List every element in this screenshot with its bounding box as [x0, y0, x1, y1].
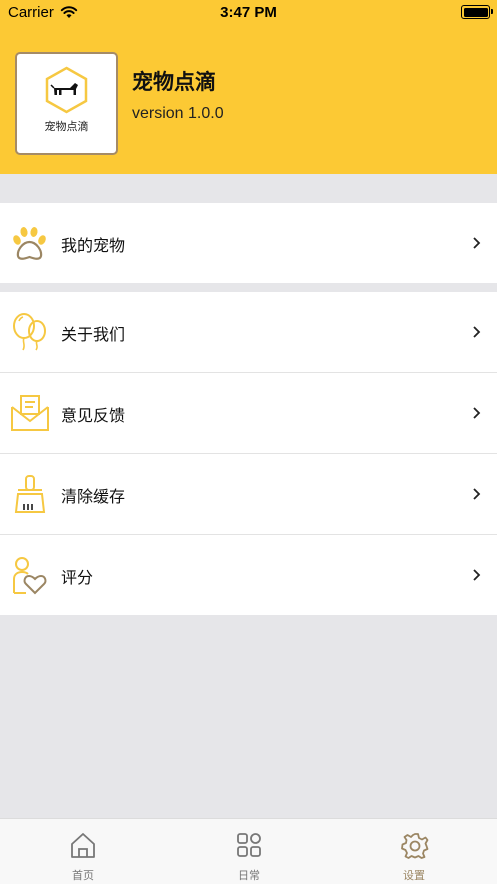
- chevron-right-icon: [473, 488, 481, 500]
- tab-home[interactable]: 首页: [0, 819, 166, 884]
- tab-settings[interactable]: 设置: [331, 819, 497, 884]
- chevron-right-icon: [473, 326, 481, 338]
- chevron-right-icon: [473, 569, 481, 581]
- dog-hexagon-icon: [45, 66, 88, 114]
- menu-item-feedback[interactable]: 意见反馈: [0, 373, 497, 454]
- menu-group-settings: 关于我们 意见反馈 清除缓存 评分: [0, 292, 497, 615]
- menu-label-feedback: 意见反馈: [61, 406, 126, 425]
- status-bar: Carrier 3:47 PM: [0, 0, 497, 26]
- menu-group-pets: 我的宠物: [0, 203, 497, 283]
- envelope-icon: [11, 395, 49, 431]
- person-heart-icon: [13, 557, 47, 595]
- tab-bar: 首页 日常 设置: [0, 818, 497, 884]
- status-time: 3:47 PM: [220, 4, 277, 21]
- tab-daily[interactable]: 日常: [166, 819, 332, 884]
- paw-icon: [13, 227, 46, 260]
- tab-settings-label: 设置: [403, 869, 425, 882]
- menu-label-rating: 评分: [61, 568, 94, 587]
- menu-item-about-us[interactable]: 关于我们: [0, 292, 497, 373]
- menu-item-clear-cache[interactable]: 清除缓存: [0, 454, 497, 535]
- app-logo: 宠物点滴: [15, 52, 118, 155]
- chevron-right-icon: [473, 237, 481, 249]
- menu-item-my-pets[interactable]: 我的宠物: [0, 203, 497, 283]
- app-icon-caption: 宠物点滴: [44, 120, 89, 133]
- home-icon: [71, 833, 95, 858]
- app-version: version 1.0.0: [132, 105, 224, 122]
- settings-icon: [401, 833, 429, 859]
- tab-daily-label: 日常: [238, 869, 260, 882]
- menu-label-about-us: 关于我们: [61, 325, 126, 344]
- menu-label-clear-cache: 清除缓存: [61, 487, 126, 506]
- battery-icon: [461, 5, 493, 19]
- app-title: 宠物点滴: [132, 70, 216, 94]
- header: Carrier 3:47 PM 宠物点滴 宠物点滴 version 1.0.0: [0, 0, 497, 174]
- menu-item-rating[interactable]: 评分: [0, 535, 497, 615]
- menu-label-my-pets: 我的宠物: [61, 236, 126, 255]
- broom-icon: [14, 475, 46, 513]
- grid-icon: [237, 833, 261, 857]
- chevron-right-icon: [473, 407, 481, 419]
- balloons-icon: [13, 313, 46, 351]
- tab-home-label: 首页: [72, 869, 94, 882]
